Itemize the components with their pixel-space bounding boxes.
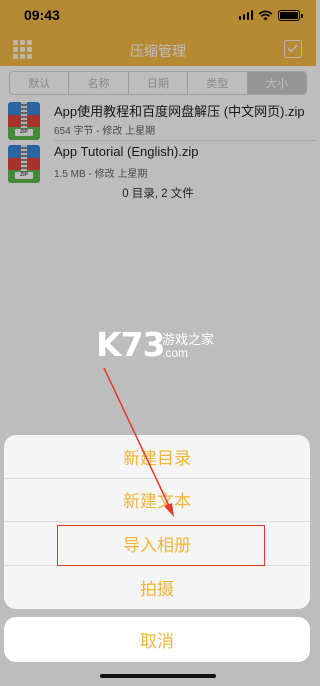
action-new-folder[interactable]: 新建目录 bbox=[4, 435, 310, 479]
action-take-photo[interactable]: 拍摄 bbox=[4, 566, 310, 610]
watermark-domain: .com bbox=[162, 346, 189, 360]
cancel-button[interactable]: 取消 bbox=[4, 617, 310, 662]
action-new-text[interactable]: 新建文本 bbox=[4, 479, 310, 522]
watermark-mark: K73 bbox=[96, 325, 165, 364]
highlight-box bbox=[57, 525, 265, 566]
home-indicator bbox=[100, 674, 216, 678]
action-sheet: 新建目录 新建文本 导入相册 拍摄 bbox=[4, 435, 310, 609]
watermark-logo: K73 游戏之家 .com bbox=[96, 325, 246, 365]
